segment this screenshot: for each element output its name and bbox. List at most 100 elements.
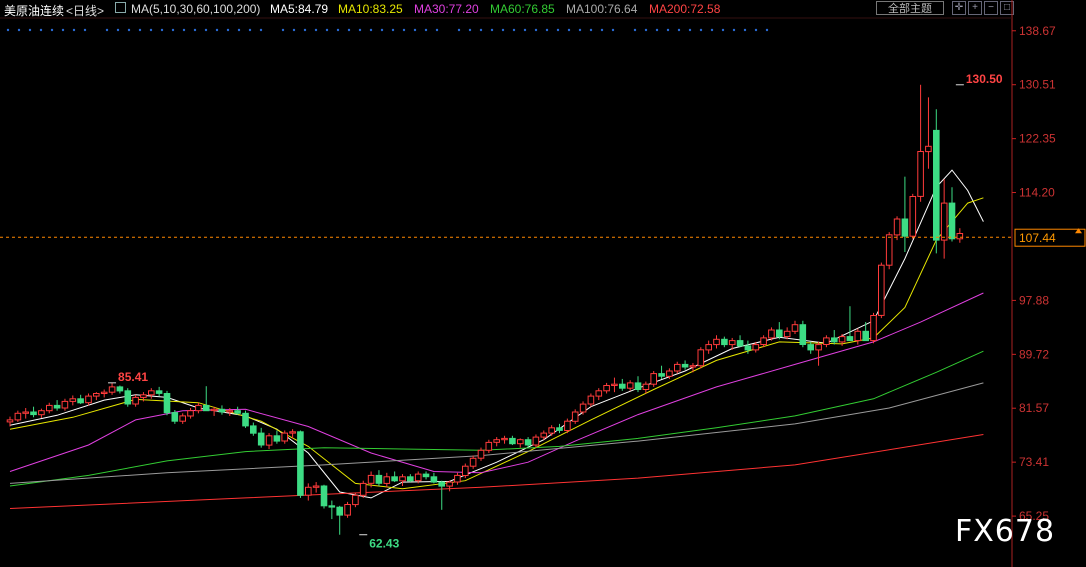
candle-body: [838, 336, 846, 343]
event-dot: [72, 28, 76, 32]
candle-body: [462, 465, 469, 477]
event-dot: [292, 28, 296, 32]
event-dot: [545, 28, 549, 32]
candle-body: [257, 432, 265, 446]
candle-body: [634, 382, 642, 390]
candle-body: [367, 474, 375, 484]
candle-body: [179, 415, 186, 422]
event-dot: [358, 28, 362, 32]
candle-body: [93, 393, 100, 397]
candle-body: [108, 386, 116, 393]
candle-body: [328, 505, 336, 508]
candle-body: [933, 129, 940, 241]
candle-body: [579, 403, 587, 413]
candle-body: [297, 431, 304, 496]
candle-body: [925, 145, 932, 153]
candle-body: [281, 432, 288, 442]
event-dot: [28, 28, 32, 32]
candle-body: [124, 390, 132, 405]
candle-body: [234, 410, 241, 414]
event-dot: [578, 28, 582, 32]
candle-body: [878, 264, 885, 316]
candle-body: [823, 337, 830, 345]
event-dot: [50, 28, 54, 32]
annotation-label: 62.43: [369, 537, 399, 551]
candle-body: [132, 396, 139, 405]
candle-body: [187, 410, 194, 417]
candle-body: [548, 427, 556, 434]
candle-body: [776, 329, 783, 338]
event-dot: [501, 28, 505, 32]
event-dot: [193, 28, 197, 32]
candle-body: [728, 340, 736, 346]
event-dot: [567, 28, 571, 32]
candle-body: [53, 404, 61, 409]
candle-body: [312, 485, 320, 488]
event-dot: [710, 28, 714, 32]
candle-body: [485, 441, 493, 451]
candle-body: [524, 439, 532, 446]
candle-body: [587, 395, 595, 405]
candle-body: [163, 393, 171, 414]
event-dot: [61, 28, 65, 32]
candle-body: [540, 432, 548, 438]
candle-body: [595, 390, 603, 397]
candle-body: [383, 476, 391, 484]
event-dot: [556, 28, 560, 32]
annotation-label: 85.41: [118, 370, 148, 384]
candle-body: [493, 439, 500, 443]
event-dot: [127, 28, 131, 32]
y-tick-label: 122.35: [1019, 132, 1056, 146]
event-dot: [655, 28, 659, 32]
candle-body: [846, 336, 854, 342]
candle-body: [619, 383, 626, 389]
event-dot: [83, 28, 87, 32]
candle-body: [320, 485, 328, 507]
event-dot: [413, 28, 417, 32]
y-tick-label: 81.57: [1019, 401, 1049, 415]
event-dot: [391, 28, 395, 32]
candle-body: [38, 410, 45, 416]
candle-body: [831, 337, 838, 343]
candlestick-chart[interactable]: 138.67 130.51 122.35 114.20 97.88 89.72 81.57 7…: [0, 0, 1086, 567]
candle-body: [69, 398, 77, 402]
candle-body: [265, 435, 273, 446]
candle-body: [100, 391, 108, 395]
event-dot: [479, 28, 483, 32]
candle-body: [218, 408, 226, 413]
candle-body: [226, 410, 234, 413]
ma-line-ma5: [9, 169, 984, 499]
event-dot: [589, 28, 593, 32]
candle-body: [116, 386, 124, 392]
event-dot: [336, 28, 340, 32]
candle-body: [352, 494, 359, 506]
y-tick-label: 97.88: [1019, 293, 1049, 307]
brand-watermark: FX678: [955, 514, 1056, 549]
candle-body: [815, 344, 822, 351]
candle-body: [344, 504, 351, 516]
event-dot: [699, 28, 703, 32]
candle-body: [642, 383, 650, 391]
y-tick-label: 89.72: [1019, 347, 1049, 361]
candle-body: [454, 474, 461, 483]
event-dot: [39, 28, 43, 32]
candle-body: [391, 476, 398, 482]
candle-body: [799, 324, 807, 346]
y-tick-label: 138.67: [1019, 24, 1056, 38]
event-dot: [468, 28, 472, 32]
event-dot: [402, 28, 406, 32]
candle-body: [532, 436, 540, 446]
candle-body: [430, 476, 438, 483]
candle-body: [760, 337, 767, 345]
event-dot: [666, 28, 670, 32]
candle-body: [407, 476, 414, 482]
event-dot: [347, 28, 351, 32]
candle-body: [713, 338, 720, 346]
candle-body: [736, 340, 744, 347]
event-dot: [633, 28, 637, 32]
candle-body: [752, 344, 760, 351]
candle-body: [517, 439, 524, 445]
event-dot: [523, 28, 527, 32]
candle-body: [940, 202, 948, 241]
event-dot: [259, 28, 263, 32]
